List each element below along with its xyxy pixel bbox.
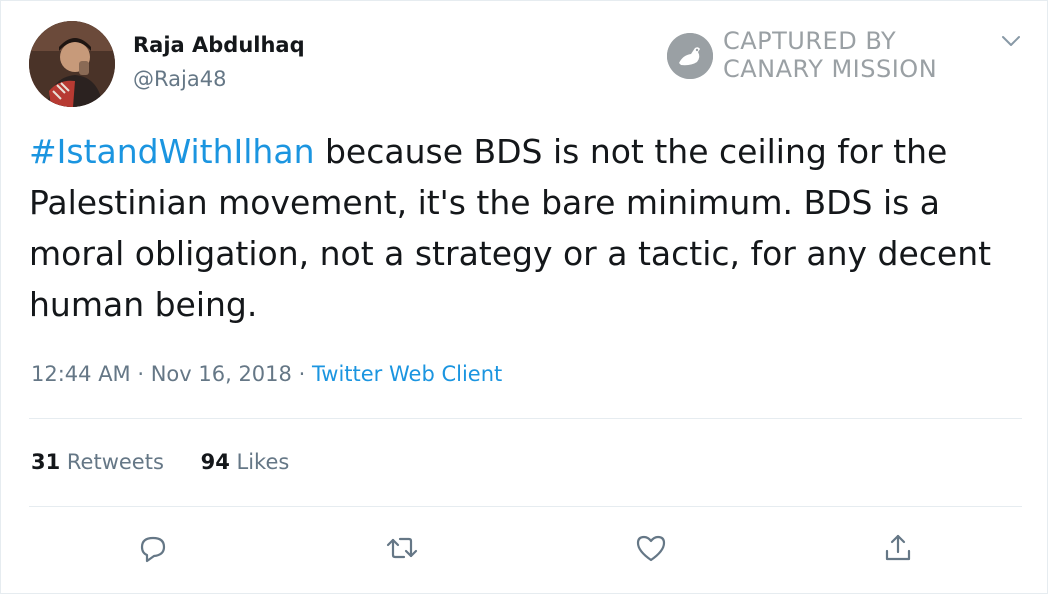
- likes-stat[interactable]: 94 Likes: [201, 450, 290, 474]
- tweet-text: #IstandWithIlhan because BDS is not the …: [29, 126, 1029, 330]
- meta-separator: ·: [291, 362, 312, 386]
- tweet-time[interactable]: 12:44 AM: [31, 362, 131, 386]
- retweet-icon: [386, 537, 418, 559]
- watermark-line-1: CAPTURED BY: [723, 27, 897, 55]
- reply-icon: [140, 536, 166, 563]
- meta-separator: ·: [130, 362, 151, 386]
- heart-icon: [636, 535, 666, 562]
- divider: [29, 506, 1022, 507]
- author-handle[interactable]: @Raja48: [133, 67, 226, 91]
- tweet-actions: [1, 526, 1048, 576]
- reply-button[interactable]: [133, 526, 173, 570]
- retweets-stat[interactable]: 31 Retweets: [31, 450, 164, 474]
- retweet-button[interactable]: [382, 526, 422, 570]
- watermark-line-2: CANARY MISSION: [723, 55, 938, 83]
- tweet-meta: 12:44 AM · Nov 16, 2018 · Twitter Web Cl…: [31, 362, 502, 386]
- author-name[interactable]: Raja Abdulhaq: [133, 33, 305, 57]
- tweet-stats: 31 Retweets 94 Likes: [31, 450, 319, 474]
- divider: [29, 418, 1022, 419]
- watermark: CAPTURED BY CANARY MISSION: [667, 27, 967, 87]
- share-button[interactable]: [878, 526, 918, 570]
- likes-label: Likes: [229, 450, 290, 474]
- share-icon: [885, 534, 911, 561]
- chevron-down-icon[interactable]: [999, 31, 1023, 51]
- tweet-date[interactable]: Nov 16, 2018: [151, 362, 292, 386]
- hashtag-link[interactable]: #IstandWithIlhan: [29, 132, 314, 171]
- tweet-card: Raja Abdulhaq @Raja48 CAPTURED BY CANARY…: [0, 0, 1048, 594]
- retweets-label: Retweets: [60, 450, 164, 474]
- tweet-source-link[interactable]: Twitter Web Client: [312, 362, 502, 386]
- like-button[interactable]: [631, 526, 671, 570]
- likes-count: 94: [200, 450, 230, 474]
- avatar[interactable]: [29, 21, 115, 107]
- retweets-count: 31: [31, 450, 61, 474]
- canary-logo-icon: [667, 33, 713, 79]
